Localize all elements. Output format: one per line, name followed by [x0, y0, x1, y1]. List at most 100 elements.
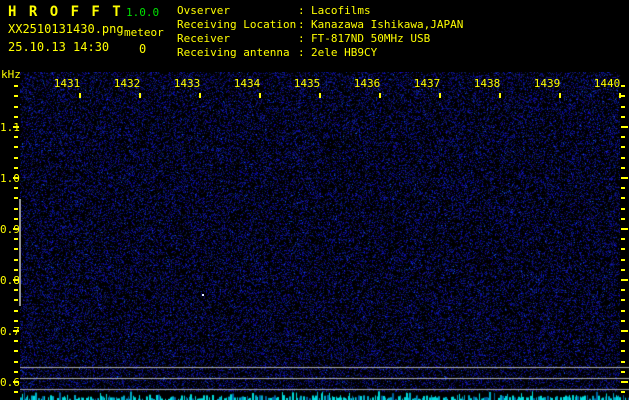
freq-minor-tick: [621, 115, 625, 118]
time-axis-label: 1431: [53, 77, 81, 90]
info-value: 2ele HB9CY: [311, 46, 378, 59]
freq-minor-tick: [14, 136, 18, 139]
station-info-row: Receiver: FT-817ND 50MHz USB: [177, 32, 463, 46]
freq-minor-tick: [621, 166, 625, 169]
freq-minor-tick: [621, 187, 625, 190]
info-value: FT-817ND 50MHz USB: [311, 32, 431, 45]
time-axis-label: 1437: [413, 77, 441, 90]
freq-major-tick: [13, 228, 19, 230]
freq-minor-tick: [621, 217, 625, 220]
freq-minor-tick: [621, 238, 625, 241]
time-axis-label: 1435: [293, 77, 321, 90]
output-file-name: XX2510131430.png: [8, 22, 124, 36]
meteor-counter-value: 0: [139, 42, 147, 56]
freq-major-tick: [13, 279, 19, 281]
freq-minor-tick: [621, 391, 625, 394]
minute-tick: [439, 93, 441, 98]
freq-minor-tick: [14, 309, 18, 312]
info-label: Receiver: [177, 32, 230, 45]
freq-minor-tick: [14, 187, 18, 190]
band-marker-line: [19, 199, 21, 306]
freq-major-tick: [621, 177, 628, 179]
freq-major-tick: [13, 177, 19, 179]
station-info-row: Ovserver: Lacofilms: [177, 4, 463, 18]
app-title: H R O F F T: [8, 4, 123, 20]
time-axis-label: 1438: [473, 77, 501, 90]
freq-minor-tick: [621, 350, 625, 353]
freq-major-tick: [621, 381, 628, 383]
time-axis-label: 1432: [113, 77, 141, 90]
freq-major-tick: [621, 228, 628, 230]
bright-noise-dot: [202, 294, 204, 296]
freq-major-tick: [13, 126, 19, 128]
freq-major-tick: [13, 330, 19, 332]
time-axis-label: 1434: [233, 77, 261, 90]
info-label: Receiving antenna: [177, 46, 290, 59]
minute-tick: [199, 93, 201, 98]
time-axis-label: 1433: [173, 77, 201, 90]
minute-tick: [259, 93, 261, 98]
freq-minor-tick: [14, 268, 18, 271]
info-separator: :: [298, 46, 305, 59]
freq-minor-tick: [14, 238, 18, 241]
freq-minor-tick: [621, 197, 625, 200]
freq-minor-tick: [14, 258, 18, 261]
freq-minor-tick: [621, 85, 625, 88]
freq-minor-tick: [621, 309, 625, 312]
station-info-block: Ovserver: Lacofilms Receiving Location: Kan…: [177, 4, 463, 60]
app-version: 1.0.0: [126, 6, 160, 19]
freq-minor-tick: [621, 156, 625, 159]
freq-minor-tick: [14, 207, 18, 210]
freq-minor-tick: [14, 85, 18, 88]
time-axis-label: 1436: [353, 77, 381, 90]
info-label: Ovserver: [177, 4, 230, 17]
freq-minor-tick: [14, 156, 18, 159]
freq-minor-tick: [621, 258, 625, 261]
freq-minor-tick: [621, 95, 625, 98]
minute-tick: [499, 93, 501, 98]
freq-major-tick: [621, 330, 628, 332]
time-axis-label: 1440: [593, 77, 621, 90]
freq-major-tick: [621, 279, 628, 281]
freq-major-tick: [13, 381, 19, 383]
freq-minor-tick: [14, 146, 18, 149]
observation-datetime: 25.10.13 14:30: [8, 40, 110, 54]
freq-minor-tick: [621, 289, 625, 292]
spectrogram-canvas: [20, 72, 629, 400]
freq-minor-tick: [621, 299, 625, 302]
freq-minor-tick: [14, 248, 18, 251]
freq-minor-tick: [621, 319, 625, 322]
freq-minor-tick: [14, 105, 18, 108]
minute-tick: [139, 93, 141, 98]
meteor-counter-label: meteor: [124, 26, 164, 39]
freq-minor-tick: [14, 350, 18, 353]
freq-minor-tick: [14, 197, 18, 200]
freq-minor-tick: [621, 146, 625, 149]
freq-minor-tick: [14, 360, 18, 363]
freq-minor-tick: [14, 340, 18, 343]
info-separator: :: [298, 18, 305, 31]
minute-tick: [79, 93, 81, 98]
freq-minor-tick: [14, 115, 18, 118]
freq-minor-tick: [621, 268, 625, 271]
freq-minor-tick: [14, 391, 18, 394]
freq-minor-tick: [621, 207, 625, 210]
info-label: Receiving Location: [177, 18, 297, 31]
freq-minor-tick: [621, 370, 625, 373]
hrofft-window: H R O F F T 1.0.0 XX2510131430.png meteo…: [0, 0, 629, 400]
freq-minor-tick: [14, 319, 18, 322]
freq-minor-tick: [621, 340, 625, 343]
frequency-axis-unit: kHz: [1, 68, 21, 81]
freq-minor-tick: [14, 370, 18, 373]
info-value: Lacofilms: [311, 4, 371, 17]
time-axis-label: 1439: [533, 77, 561, 90]
freq-minor-tick: [14, 166, 18, 169]
freq-major-tick: [621, 126, 628, 128]
minute-tick: [379, 93, 381, 98]
freq-minor-tick: [621, 360, 625, 363]
station-info-row: Receiving Location: Kanazawa Ishikawa,JAP…: [177, 18, 463, 32]
info-value: Kanazawa Ishikawa,JAPAN: [311, 18, 464, 31]
freq-minor-tick: [621, 248, 625, 251]
freq-minor-tick: [14, 95, 18, 98]
freq-minor-tick: [621, 105, 625, 108]
